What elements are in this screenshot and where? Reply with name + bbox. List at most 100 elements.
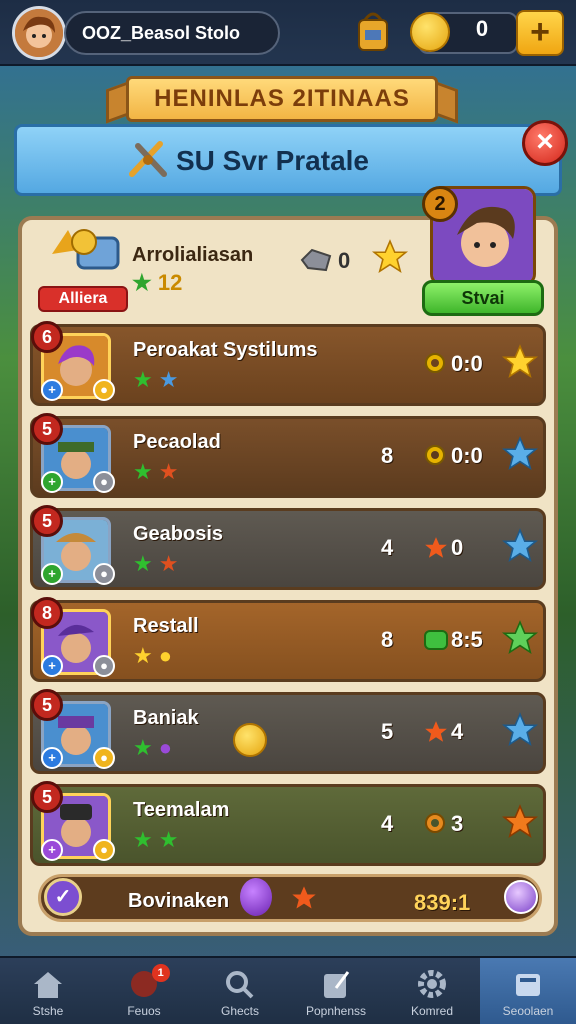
plus-icon: +: [41, 747, 63, 769]
row-stars: ★ ★: [133, 459, 179, 484]
edit-icon: [318, 968, 354, 1000]
sword-mini-icon: ●: [93, 563, 115, 585]
event-banner: HENINLAS 2ITINAAS: [106, 70, 458, 126]
star-item-icon: [423, 535, 449, 566]
plus-icon: +: [41, 655, 63, 677]
check-icon[interactable]: ✓: [44, 878, 82, 916]
nav-item-edit[interactable]: Popnhenss: [288, 958, 384, 1024]
featured-action-button[interactable]: Stvai: [422, 280, 544, 316]
gear-icon: [414, 968, 450, 1000]
coin-icon: [410, 12, 450, 52]
star-icon: [501, 619, 539, 662]
row-name: Teemalam: [133, 799, 230, 821]
rank-badge: 8: [31, 597, 63, 629]
orb-icon[interactable]: [504, 880, 538, 914]
nav-label: Ghects: [220, 1004, 259, 1018]
featured-rank: 2: [422, 186, 458, 222]
star-icon: [370, 238, 410, 281]
rank-badge: 5: [31, 689, 63, 721]
row-count: 4: [381, 535, 394, 560]
player-avatar[interactable]: [12, 6, 66, 60]
row-stars: ★ ★: [133, 827, 179, 852]
rank-badge: 5: [31, 505, 63, 537]
gear-icon: [423, 811, 447, 840]
hero-count: 0: [338, 248, 351, 273]
star-icon: [501, 435, 539, 478]
nav-label: Stshe: [32, 1004, 64, 1018]
nav-item-feuos[interactable]: 1 Feuos: [96, 958, 192, 1024]
coin-mini-icon: ●: [93, 747, 115, 769]
row-name: Peroakat Systilums: [133, 339, 318, 361]
row-stars: ★ ★: [133, 367, 179, 392]
search-icon: [222, 968, 258, 1000]
gear-mini-icon: ●: [93, 655, 115, 677]
coin-value: 0: [475, 16, 489, 41]
plus-icon: +: [41, 379, 63, 401]
coin-mini-icon: ●: [93, 839, 115, 861]
event-banner-title: HENINLAS 2ITINAAS: [126, 76, 438, 122]
gear-icon: [423, 351, 447, 380]
nav-item-home[interactable]: Stshe: [0, 958, 96, 1024]
nav-item-search[interactable]: Ghects: [192, 958, 288, 1024]
row-name: Baniak: [133, 707, 199, 729]
plus-icon: +: [41, 563, 63, 585]
row-count: 8: [381, 443, 394, 468]
rank-badge: 5: [31, 781, 63, 813]
row-stars: ★ ★: [133, 551, 179, 576]
header-title: SU Svr Pratale: [176, 145, 369, 176]
home-icon: [30, 968, 66, 1000]
summary-score: 839:1: [414, 890, 471, 915]
rank-badge: 6: [31, 321, 63, 353]
plus-icon: +: [41, 471, 63, 493]
row-score: 0:0: [451, 443, 483, 468]
nav-label: Seoolaen: [502, 1004, 554, 1018]
row-stars: ★ ●: [133, 643, 173, 668]
gear-mini-icon: ●: [93, 471, 115, 493]
row-count: 5: [381, 719, 394, 744]
row-count: 4: [381, 811, 394, 836]
row-score: 3: [451, 811, 464, 836]
list-item[interactable]: 5 + ● Geabosis ★ ★ 4 0: [30, 505, 546, 590]
list-item[interactable]: 8 + ● Restall ★ ● 8 8:5: [30, 597, 546, 682]
hero-badge[interactable]: Alliera: [38, 286, 128, 312]
nav-label: Popnhenss: [305, 1004, 367, 1018]
plum-icon: [240, 878, 272, 916]
crossed-swords-icon: [126, 136, 170, 185]
player-name: OOZ_Beasol Stolo: [64, 11, 280, 55]
star-icon: [501, 343, 539, 386]
plus-icon: +: [41, 839, 63, 861]
nav-item-seoolaen[interactable]: Seoolaen: [480, 958, 576, 1024]
row-score: 0: [451, 535, 464, 560]
star-item-icon: [423, 719, 449, 750]
bag-icon[interactable]: [355, 8, 391, 54]
star-icon: [501, 527, 539, 570]
close-button[interactable]: ×: [522, 120, 568, 166]
inbox-icon: [510, 968, 546, 1000]
hero-name: Arrolialiasan: [132, 244, 254, 266]
list-item[interactable]: 5 + ● Teemalam ★ ★ 4 3: [30, 781, 546, 866]
bottom-nav: Stshe 1 Feuos Ghects Popnhenss Komred Se…: [0, 956, 576, 1024]
hero-stars: ★ 12: [132, 270, 183, 295]
rank-badge: 5: [31, 413, 63, 445]
list-item[interactable]: 5 + ● Pecaolad ★ ★ 8 0:0: [30, 413, 546, 498]
row-score: 0:0: [451, 351, 483, 376]
star-icon: [501, 803, 539, 846]
gear-item-icon: [300, 246, 332, 274]
coin-mini-icon: ●: [93, 379, 115, 401]
crest-icon: [44, 224, 126, 286]
row-stars: ★ ●: [133, 735, 173, 760]
row-score: 8:5: [451, 627, 483, 652]
nav-label: Komred: [410, 1004, 454, 1018]
nav-item-settings[interactable]: Komred: [384, 958, 480, 1024]
row-name: Geabosis: [133, 523, 224, 545]
summary-label: Bovinaken: [128, 890, 230, 912]
notification-badge: 1: [151, 964, 170, 982]
gear-icon: [423, 443, 447, 472]
add-coins-button[interactable]: +: [516, 10, 564, 56]
nav-label: Feuos: [127, 1004, 161, 1018]
row-score: 4: [451, 719, 464, 744]
list-item[interactable]: 6 + ● Peroakat Systilums ★ ★ 0:0: [30, 321, 546, 406]
row-count: 8: [381, 627, 394, 652]
star-icon: [501, 711, 539, 754]
list-item[interactable]: 5 + ● Baniak ★ ● 5 4: [30, 689, 546, 774]
